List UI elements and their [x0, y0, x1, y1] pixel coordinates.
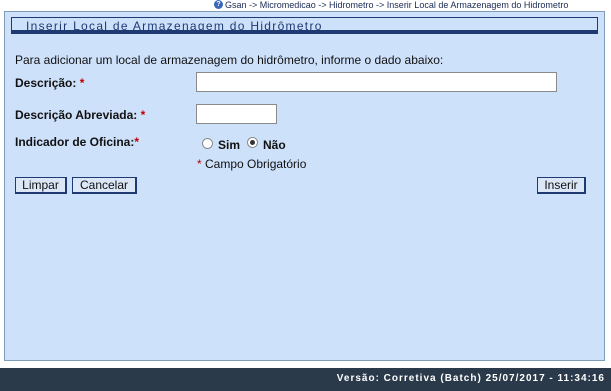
- radio-sim-label[interactable]: Sim: [218, 138, 240, 152]
- instructions-text: Para adicionar um local de armazenagem d…: [15, 53, 444, 67]
- required-mark: *: [197, 157, 202, 171]
- panel-titlebar: Inserir Local de Armazenagem do Hidrômet…: [11, 17, 598, 34]
- titlebar-underline: [12, 30, 597, 33]
- required-legend: * Campo Obrigatório: [197, 157, 306, 171]
- indicador-oficina-label: Indicador de Oficina:*: [15, 135, 139, 149]
- breadcrumb: ? Gsan -> Micromedicao -> Hidrometro -> I…: [214, 0, 611, 10]
- radio-sim[interactable]: [202, 138, 213, 149]
- breadcrumb-text: Gsan -> Micromedicao -> Hidrometro -> In…: [225, 0, 569, 10]
- descricao-input[interactable]: [196, 72, 557, 92]
- cancelar-button[interactable]: Cancelar: [72, 177, 137, 194]
- descricao-label: Descrição: *: [15, 76, 84, 90]
- descricao-abreviada-input[interactable]: [196, 104, 277, 124]
- required-mark: *: [79, 76, 85, 90]
- required-legend-text: Campo Obrigatório: [205, 157, 307, 171]
- inserir-button[interactable]: Inserir: [537, 177, 586, 194]
- limpar-button[interactable]: Limpar: [15, 177, 67, 194]
- help-icon[interactable]: ?: [214, 0, 223, 9]
- descricao-abreviada-label: Descrição Abreviada: *: [15, 108, 145, 122]
- required-mark: *: [134, 135, 140, 149]
- footer-bar: Versão: Corretiva (Batch) 25/07/2017 - 1…: [0, 368, 611, 391]
- descricao-label-text: Descrição:: [15, 76, 77, 90]
- descricao-abreviada-label-text: Descrição Abreviada:: [15, 108, 138, 122]
- form-panel: Inserir Local de Armazenagem do Hidrômet…: [4, 11, 605, 361]
- radio-nao[interactable]: [247, 137, 258, 148]
- indicador-oficina-label-text: Indicador de Oficina:: [15, 135, 135, 149]
- radio-nao-label[interactable]: Não: [263, 138, 286, 152]
- required-mark: *: [140, 108, 146, 122]
- version-text: Versão: Corretiva (Batch) 25/07/2017 - 1…: [336, 373, 605, 384]
